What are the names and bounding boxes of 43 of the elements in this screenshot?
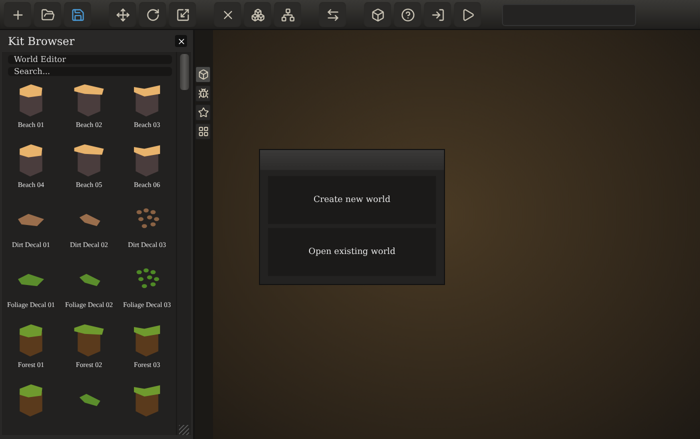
star-icon [198,107,208,118]
swap-icon [326,8,340,22]
play-icon [460,8,474,22]
dialog-button[interactable]: Open existing world [268,228,436,276]
bug-tab[interactable] [195,85,211,102]
grid-tab[interactable] [195,123,211,140]
swap-button[interactable] [319,2,346,27]
move-button[interactable] [109,2,136,27]
hierarchy-icon [280,8,294,22]
close-button[interactable] [175,35,187,47]
help-button[interactable] [394,2,421,27]
new-file-button[interactable] [4,2,31,27]
exit-button[interactable] [424,2,451,27]
save-icon [70,8,84,22]
scrollbar-thumb[interactable] [180,54,188,90]
bug-icon [198,88,208,99]
star-tab[interactable] [195,104,211,121]
search-field[interactable]: Search... [8,67,172,76]
rotate-button[interactable] [139,2,166,27]
scale-icon [176,8,190,22]
hierarchy-button[interactable] [274,2,301,27]
delete-button[interactable] [214,2,241,27]
search-field[interactable] [502,4,636,26]
play-button[interactable] [454,2,481,27]
resize-grip[interactable] [179,425,189,435]
link-button[interactable] [244,2,271,27]
exit-icon [430,8,444,22]
open-folder-icon [40,8,54,22]
new-file-icon [10,8,24,22]
move-icon [116,8,130,22]
open-folder-button[interactable] [34,2,61,27]
dialog-button[interactable]: Create new world [268,176,436,224]
boxes-button[interactable] [364,2,391,27]
close-icon [176,36,186,46]
help-icon [400,8,414,22]
scale-button[interactable] [169,2,196,27]
save-button[interactable] [64,2,91,27]
rotate-icon [146,8,160,22]
box-tab[interactable] [195,66,211,83]
panel-title: Kit Browser [8,34,74,48]
grid-icon [198,126,208,137]
box-icon [198,69,208,80]
kit-field[interactable]: World Editor [8,55,172,64]
